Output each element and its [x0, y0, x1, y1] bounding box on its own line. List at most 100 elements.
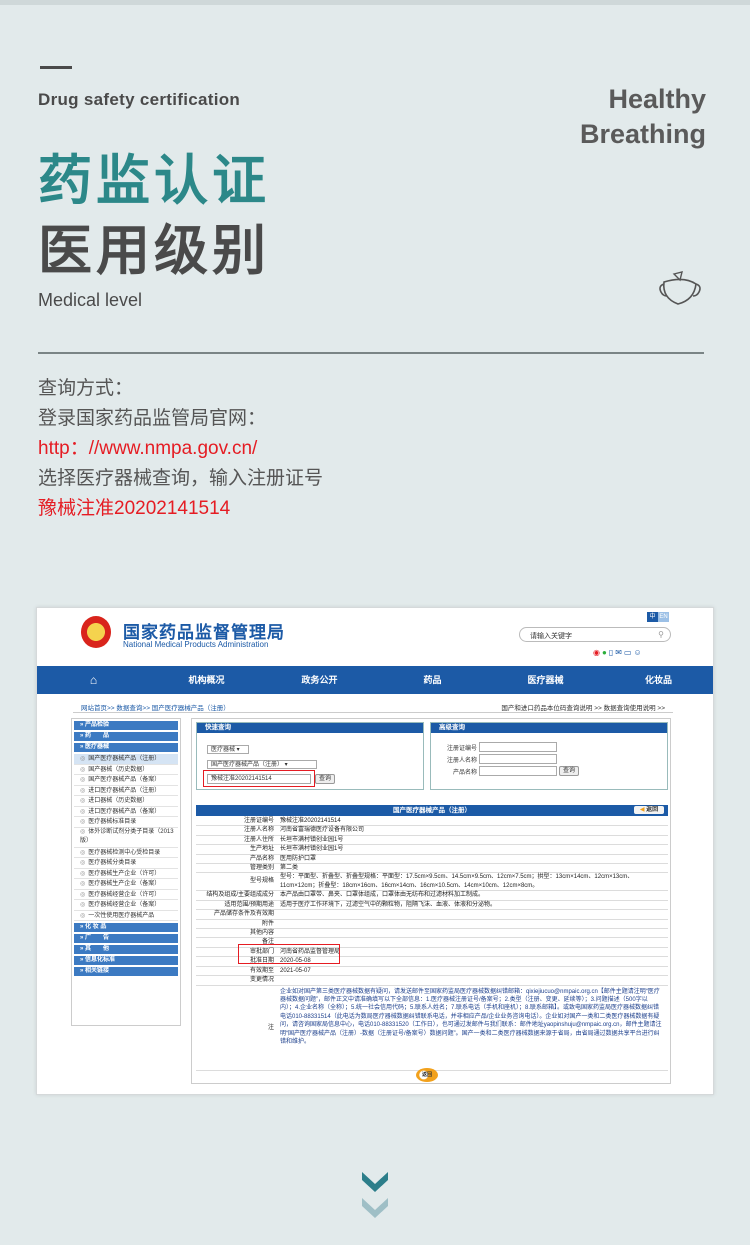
nmpa-url[interactable]: http：//www.nmpa.gov.cn/ — [38, 434, 323, 464]
eyebrow-text: Drug safety certification — [38, 90, 241, 109]
bullet-icon: ◎ — [80, 881, 86, 887]
lang-en-button[interactable]: EN — [658, 612, 669, 622]
bullet-icon: ◎ — [80, 912, 86, 919]
nmpa-screenshot: 国家药品监督管理局 National Medical Products Admi… — [36, 607, 714, 1095]
sidebar-cat-cosmetics[interactable]: » 化 妆 品 — [74, 923, 178, 932]
side-slogan: Healthy Breathing — [580, 82, 706, 152]
highlight-box — [203, 770, 315, 787]
nav-cosmetics[interactable]: 化妆品 — [602, 666, 713, 694]
table-row: 注册人名称 河南省富瑞德医疗设备有限公司 — [196, 826, 668, 836]
sidebar-cat-devices[interactable]: » 医疗器械 — [74, 743, 178, 752]
sidebar-item[interactable]: ◎ 国产医疗器械产品（备案） — [74, 775, 178, 786]
sidebar-item[interactable]: ◎ 一次性使用医疗器械产品 — [74, 911, 178, 921]
bullet-icon: ◎ — [80, 860, 86, 866]
breadcrumb-links[interactable]: 国产和进口药品本位码查询说明 >> 数据查询使用说明 >> — [501, 702, 665, 712]
breadcrumb-divider — [73, 712, 673, 713]
nav-org[interactable]: 机构概况 — [150, 666, 263, 694]
back-arrow-icon: ◀ — [639, 807, 645, 813]
quick-search-button[interactable]: 查询 — [315, 774, 335, 784]
scroll-down-chevron-icon — [362, 1172, 388, 1218]
sidebar-item[interactable]: ◎ 医疗器械生产企业（备案） — [74, 879, 178, 890]
site-header: 国家药品监督管理局 National Medical Products Admi… — [37, 608, 713, 666]
message-icon[interactable]: ▭ — [624, 648, 634, 657]
sidebar-cat-links[interactable]: » 相关链接 — [74, 967, 178, 976]
sidebar-cat-drugs[interactable]: » 药 品 — [74, 732, 178, 741]
registration-number: 豫械注准20202141514 — [38, 498, 231, 519]
nav-devices[interactable]: 医疗器械 — [489, 666, 602, 694]
table-row: 有效期至 2021-05-07 — [196, 967, 668, 977]
bullet-icon: ◎ — [80, 798, 86, 804]
sidebar-item[interactable]: ◎ 国产器械（历史数据） — [74, 765, 178, 775]
sidebar-item[interactable]: ◎ 医疗器械生产企业（许可） — [74, 869, 178, 879]
decorative-dash — [40, 66, 72, 69]
lang-cn-button[interactable]: 中 — [647, 612, 658, 622]
user-icon[interactable]: ☺ — [634, 648, 644, 657]
table-row: 产品储存条件及有效期 — [196, 910, 668, 920]
nav-home[interactable]: ⌂ — [37, 666, 150, 694]
slogan-line-1: Healthy — [608, 84, 706, 114]
sidebar-cat-ads[interactable]: » 广 告 — [74, 934, 178, 943]
sidebar-item[interactable]: ◎ 医疗器械标准目录 — [74, 817, 178, 828]
bullet-icon: ◎ — [80, 756, 86, 762]
main-panel: 快速查询 医疗器械 ▾ 国产医疗器械产品（注册） ▾ 豫械注准202021415… — [191, 718, 671, 1084]
label-product-name: 产品名称 — [452, 770, 477, 776]
record-title: 国产医疗器械产品（注册） — [393, 807, 471, 814]
weibo-icon[interactable]: ◉ — [593, 648, 602, 657]
mask-icon — [659, 271, 701, 305]
table-row-note: 注企业如对国产第三类医疗器械数据有疑问，请发送邮件至国家药监局医疗器械数据纠错邮… — [196, 986, 668, 1071]
mail-icon[interactable]: ✉ — [615, 648, 624, 657]
main-nav: ⌂ 机构概况 政务公开 药品 医疗器械 化妆品 — [37, 666, 713, 694]
product-name-input[interactable] — [479, 766, 557, 776]
quick-search-box: 快速查询 医疗器械 ▾ 国产医疗器械产品（注册） ▾ 豫械注准202021415… — [196, 722, 424, 790]
advanced-search-button[interactable]: 查询 — [559, 766, 579, 776]
sidebar-cat-inspection[interactable]: » 产品检验 — [74, 721, 178, 730]
bullet-icon: ◎ — [80, 902, 86, 908]
sidebar-item[interactable]: ◎ 进口医疗器械产品（注册） — [74, 786, 178, 796]
sidebar-item[interactable]: ◎ 医疗器械分类目录 — [74, 858, 178, 869]
sidebar-cat-standards[interactable]: » 信息化标准 — [74, 956, 178, 965]
sidebar: » 产品检验 » 药 品 » 医疗器械 ◎ 国产医疗器械产品（注册） ◎ 国产器械（… — [71, 718, 181, 1026]
return-button[interactable]: 返回 — [416, 1068, 438, 1082]
top-strip — [0, 0, 750, 5]
advanced-search-title: 高级查询 — [431, 723, 667, 733]
breadcrumb[interactable]: 网站首页>> 数据查询>> 国产医疗器械产品（注册） — [81, 702, 230, 712]
sidebar-item[interactable]: ◎ 医疗器械检测中心受检目录 — [74, 848, 178, 858]
sidebar-item[interactable]: ◎ 医疗器械经营企业（备案） — [74, 900, 178, 911]
sidebar-item[interactable]: ◎ 国产医疗器械产品（注册） — [74, 754, 178, 765]
table-row: 注册证编号 豫械注准20202141514 — [196, 817, 668, 827]
bullet-icon: ◎ — [80, 819, 86, 825]
bullet-icon: ◎ — [80, 828, 86, 835]
bullet-icon: ◎ — [80, 849, 86, 856]
query-line-1: 查询方式： — [38, 378, 134, 399]
subtitle: Medical level — [38, 290, 143, 310]
title-line-1: 药监认证 — [38, 151, 270, 211]
site-name-en: National Medical Products Administration — [123, 640, 269, 649]
bullet-icon: ◎ — [80, 787, 86, 794]
bullet-icon: ◎ — [80, 766, 86, 773]
search-icon[interactable]: ⚲ — [658, 630, 664, 639]
sidebar-cat-other[interactable]: » 其 他 — [74, 945, 178, 954]
social-icons: ◉●▯✉▭☺ — [593, 648, 644, 657]
reg-no-input[interactable] — [479, 742, 557, 752]
table-row: 结构及组成/主要组成成分 本产品由口罩带、鼻夹、口罩体组成，口罩体由无纺布和过滤材… — [196, 891, 668, 901]
back-button[interactable]: ◀ 返回 — [634, 806, 664, 814]
registrant-input[interactable] — [479, 754, 557, 764]
search-placeholder: 请输入关键字 — [530, 633, 572, 640]
sidebar-item[interactable]: ◎ 进口器械（历史数据） — [74, 796, 178, 807]
nav-drugs[interactable]: 药品 — [376, 666, 489, 694]
database-select[interactable]: 国产医疗器械产品（注册） ▾ — [207, 760, 317, 769]
sidebar-item[interactable]: ◎ 进口医疗器械产品（备案） — [74, 807, 178, 817]
category-select[interactable]: 医疗器械 ▾ — [207, 745, 249, 754]
query-line-2: 登录国家药品监管局官网： — [38, 408, 267, 429]
bullet-icon: ◎ — [80, 777, 86, 783]
table-row: 产品名称 医用防护口罩 — [196, 855, 668, 865]
sidebar-item[interactable]: ◎ 医疗器械经营企业（许可） — [74, 890, 178, 900]
wechat-icon[interactable]: ● — [602, 648, 609, 657]
table-row: 其他内容 — [196, 929, 668, 939]
nav-gov[interactable]: 政务公开 — [263, 666, 376, 694]
site-search-input[interactable]: 请输入关键字 ⚲ — [519, 627, 671, 642]
sidebar-item[interactable]: ◎ 体外诊断试剂分类子目录（2013版） — [74, 828, 178, 848]
advanced-search-box: 高级查询 注册证编号 注册人名称 产品名称 查询 — [430, 722, 668, 790]
record-header: 国产医疗器械产品（注册） ◀ 返回 — [196, 805, 668, 816]
product-highlight-box — [238, 944, 340, 964]
